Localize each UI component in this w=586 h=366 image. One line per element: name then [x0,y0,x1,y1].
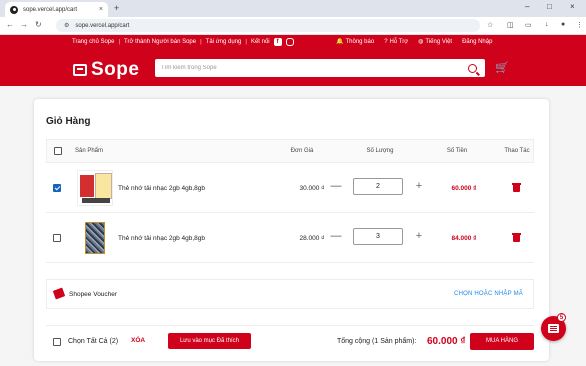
address-bar[interactable]: ⚙ sope.vercel.app/cart [56,19,480,32]
col-amount: Số Tiền [446,148,468,154]
tab-close-icon[interactable]: × [99,6,103,13]
tab-title: sope.vercel.app/cart [23,6,78,13]
cart-icon[interactable]: 🛒 [495,61,509,74]
forward-icon[interactable]: → [20,20,28,29]
site-favicon-icon [10,5,18,14]
product-name[interactable]: Thẻ nhớ tải nhạc 2gb 4gb,8gb [118,235,205,242]
nav-connect: Kết nối [250,39,270,45]
help-icon: ? [384,38,388,45]
decrease-button[interactable]: — [329,180,343,192]
select-all-header-checkbox[interactable] [54,147,62,157]
top-navigation: Trang chủ Sope | Trở thành Người bán Sop… [72,38,294,46]
total-value: 60.000 ₫ [427,336,466,347]
maximize-icon[interactable]: □ [547,2,552,11]
nav-download-app[interactable]: Tải ứng dụng [206,39,242,45]
search-bar [155,59,485,77]
total-label: Tổng cộng (1 Sản phẩm): [337,338,417,345]
search-input[interactable] [161,65,468,71]
quantity-input[interactable]: 3 [353,228,403,245]
decrease-button[interactable]: — [329,230,343,242]
voucher-icon [52,287,66,300]
browser-tab[interactable]: sope.vercel.app/cart × [5,2,108,17]
quantity-stepper: — 2 + [329,178,422,196]
cart-card: Giỏ Hàng Sản Phẩm Đơn Giá Số Lượng Số Ti… [34,99,549,361]
select-all-checkbox[interactable] [53,338,61,348]
col-product: Sản Phẩm [75,148,104,154]
close-window-icon[interactable]: × [570,2,575,11]
item-checkbox[interactable] [53,234,61,244]
nav-separator: | [118,39,121,45]
trash-icon[interactable] [512,183,521,192]
cart-table-header: Sản Phẩm Đơn Giá Số Lượng Số Tiền Thao T… [46,139,534,163]
col-actions: Thao Tác [504,148,530,154]
browser-tabstrip: sope.vercel.app/cart × + – □ × [0,0,586,17]
chat-button[interactable]: 5 [541,313,566,341]
delete-button[interactable]: XÓA [131,337,145,344]
shopping-bag-icon [73,64,87,76]
site-header: Trang chủ Sope | Trở thành Người bán Sop… [0,35,586,86]
col-unit-price: Đơn Giá [290,148,314,154]
logo-text: Sope [91,59,140,80]
checkout-button[interactable]: MUA HÀNG [470,333,534,350]
login-link[interactable]: Đăng Nhập [462,39,492,45]
profile-icon[interactable]: ● [561,21,565,28]
minimize-icon[interactable]: – [525,2,529,11]
nav-separator: | [200,39,202,45]
item-total: 84.000 ₫ [451,235,477,242]
voucher-section: Shopee Voucher CHỌN HOẶC NHẬP MÃ [46,279,534,309]
nav-separator: | [245,39,247,45]
cart-footer: Chọn Tất Cả (2) XÓA Lưu vào mục Đã thích… [46,325,534,355]
browser-toolbar: ← → ↻ ⚙ sope.vercel.app/cart ☆ ◫ ▭ ↓ ● ⋮ [0,17,586,35]
col-quantity: Số Lượng [366,148,394,154]
product-name[interactable]: Thẻ nhớ tải nhạc 2gb 4gb,8gb [118,185,205,192]
table-row: Thẻ nhớ tải nhạc 2gb 4gb,8gb 30.000 ₫ — … [46,163,534,213]
increase-button[interactable]: + [412,180,426,192]
voucher-label: Shopee Voucher [69,291,118,298]
bell-icon: 🔔 [336,39,344,45]
back-icon[interactable]: ← [6,20,14,29]
nav-home[interactable]: Trang chủ Sope [72,39,114,45]
product-image[interactable] [77,220,113,256]
extensions-icon[interactable]: ◫ [507,21,514,29]
site-info-icon[interactable]: ⚙ [64,22,69,29]
search-icon[interactable] [468,63,477,73]
menu-icon[interactable]: ⋮ [576,21,583,29]
quantity-stepper: — 3 + [329,228,422,246]
table-row: Thẻ nhớ tải nhạc 2gb 4gb,8gb 28.000 ₫ — … [46,213,534,263]
trash-icon[interactable] [512,233,521,242]
select-all-label[interactable]: Chọn Tất Cả (2) [68,338,118,345]
save-to-favorites-button[interactable]: Lưu vào mục Đã thích [168,333,251,349]
page-title: Giỏ Hàng [46,116,91,127]
download-icon[interactable]: ↓ [545,21,549,28]
item-total: 60.000 ₫ [451,185,477,192]
sidepanel-icon[interactable]: ▭ [525,21,532,29]
new-tab-icon[interactable]: + [114,3,119,13]
quantity-input[interactable]: 2 [353,178,403,195]
increase-button[interactable]: + [412,230,426,242]
notifications-link[interactable]: 🔔 Thông báo [336,38,374,45]
chat-icon [548,324,559,333]
url-text: sope.vercel.app/cart [75,22,130,29]
select-voucher-link[interactable]: CHỌN HOẶC NHẬP MÃ [454,291,523,297]
chat-badge: 5 [557,313,566,322]
nav-become-seller[interactable]: Trở thành Người bán Sope [124,39,196,45]
globe-icon: ◍ [418,39,424,45]
instagram-icon[interactable] [285,38,294,46]
facebook-icon[interactable]: f [273,38,282,46]
right-navigation: 🔔 Thông báo ? Hỗ Trợ ◍ Tiếng Việt Đăng Nhập [336,38,502,46]
site-logo[interactable]: Sope [73,59,139,81]
support-link[interactable]: ? Hỗ Trợ [384,39,408,45]
language-selector[interactable]: ◍ Tiếng Việt [418,38,452,45]
product-image[interactable] [77,170,113,206]
item-checkbox[interactable] [53,184,61,194]
bookmark-star-icon[interactable]: ☆ [487,21,493,29]
reload-icon[interactable]: ↻ [35,20,42,29]
